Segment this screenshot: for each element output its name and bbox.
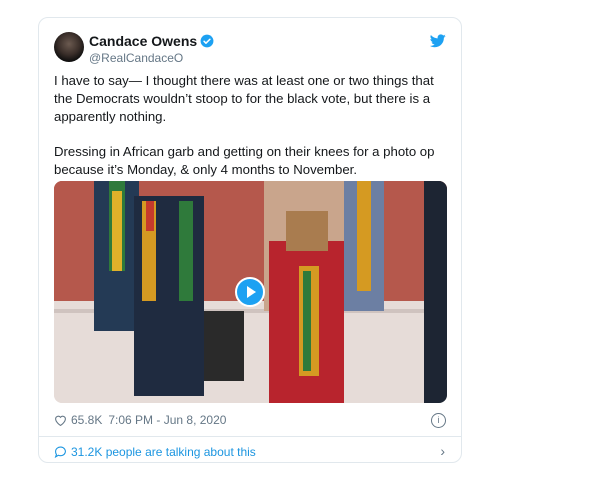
verified-badge-icon <box>200 34 214 48</box>
tweet-text: I have to say— I thought there was at le… <box>54 72 454 196</box>
avatar[interactable] <box>54 32 84 62</box>
twitter-bird-icon[interactable] <box>430 34 446 48</box>
tweet-meta: 65.8K 7:06 PM - Jun 8, 2020 <box>54 413 232 427</box>
divider <box>39 436 461 437</box>
timestamp[interactable]: 7:06 PM - Jun 8, 2020 <box>108 413 226 427</box>
video-thumbnail[interactable] <box>54 181 447 403</box>
comment-icon <box>54 446 66 458</box>
info-icon[interactable]: i <box>431 413 446 428</box>
author-name[interactable]: Candace Owens <box>89 33 197 49</box>
tweet-card[interactable]: Candace Owens @RealCandaceO I have to sa… <box>38 17 462 463</box>
heart-icon[interactable] <box>54 414 67 426</box>
play-icon[interactable] <box>235 277 265 307</box>
tweet-paragraph-2: Dressing in African garb and getting on … <box>54 144 435 177</box>
conversation-text[interactable]: 31.2K people are talking about this <box>71 445 256 459</box>
like-count[interactable]: 65.8K <box>71 413 102 427</box>
author-name-row[interactable]: Candace Owens <box>89 33 214 49</box>
chevron-right-icon[interactable]: › <box>440 443 445 459</box>
conversation-link[interactable]: 31.2K people are talking about this <box>54 445 256 459</box>
tweet-paragraph-1: I have to say— I thought there was at le… <box>54 73 434 124</box>
author-handle[interactable]: @RealCandaceO <box>89 51 183 65</box>
